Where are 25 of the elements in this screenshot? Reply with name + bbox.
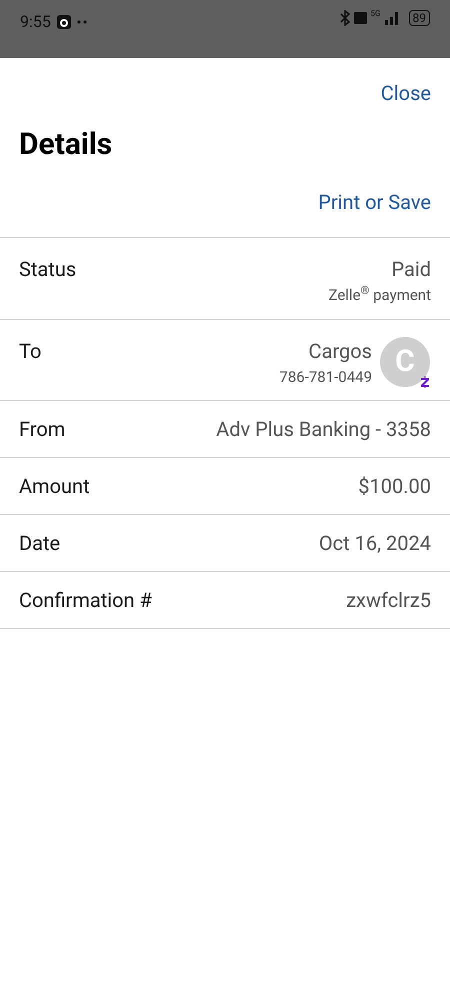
network-type: 5G <box>370 10 380 18</box>
zelle-icon <box>418 374 432 389</box>
row-subtext: 786-781-0449 <box>279 366 372 388</box>
signal-icon <box>384 11 400 25</box>
print-save-link[interactable]: Print or Save <box>318 187 431 217</box>
row-label: From <box>19 416 66 443</box>
close-button[interactable]: Close <box>380 78 431 108</box>
row-value: $100.00 <box>358 473 431 500</box>
row-value: Adv Plus Banking - 3358 <box>216 416 431 443</box>
bluetooth-icon <box>340 10 350 26</box>
row-label: Status <box>19 256 76 283</box>
row-label: To <box>19 338 42 364</box>
row-value: Oct 16, 2024 <box>318 530 431 557</box>
status-time: 9:55 <box>20 11 51 33</box>
sheet-title: Details <box>18 126 114 164</box>
row-subtext: Zelle$^{®}$ payment <box>328 284 431 306</box>
row-label: Date <box>19 530 60 557</box>
row-label: Amount <box>19 473 90 500</box>
more-icon <box>76 20 87 24</box>
app-notification-icon <box>56 15 71 29</box>
battery-level: 89 <box>408 10 430 26</box>
row-value: Paid <box>391 256 431 283</box>
row-value: Cargos <box>308 338 372 364</box>
row-label: Confirmation # <box>19 587 152 614</box>
row-value: zxwfclrz5 <box>346 587 431 614</box>
